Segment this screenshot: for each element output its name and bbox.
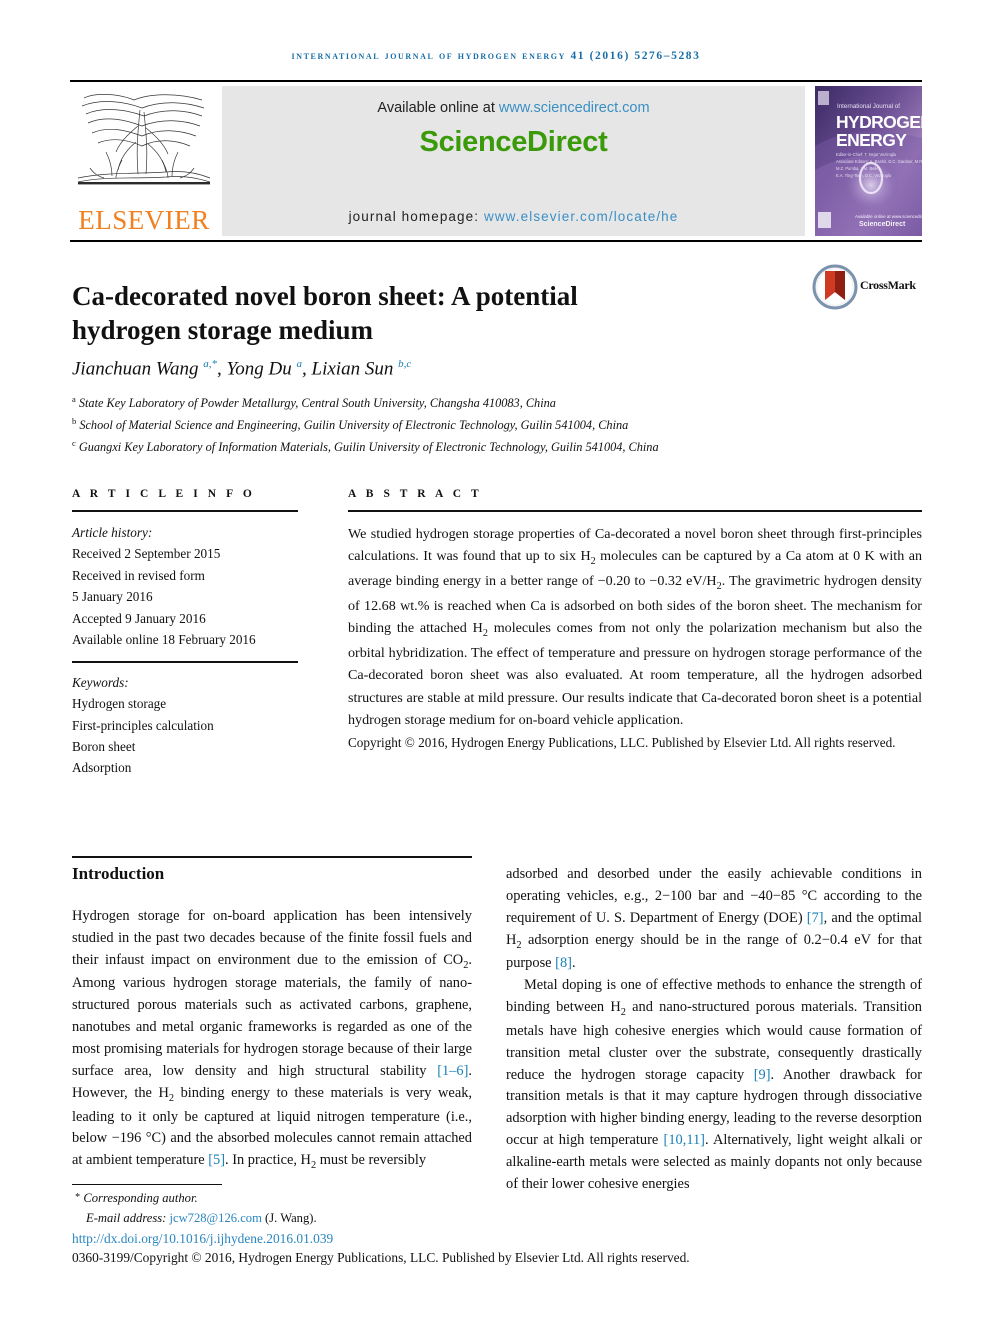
article-info-section: A R T I C L E I N F O Article history: R…	[72, 488, 298, 779]
body-column-right: adsorbed and desorbed under the easily a…	[506, 864, 922, 1196]
crossmark-badge[interactable]: CrossMark	[812, 264, 928, 312]
footnote-rule	[72, 1184, 222, 1186]
history-item: 5 January 2016	[72, 589, 153, 605]
cover-line1: International Journal of	[837, 103, 900, 110]
keyword-item: Adsorption	[72, 760, 132, 776]
issn-copyright-line: 0360-3199/Copyright © 2016, Hydrogen Ene…	[72, 1250, 690, 1265]
abstract-heading: A B S T R A C T	[348, 488, 483, 500]
affiliation-text: School of Material Science and Engineeri…	[79, 418, 629, 433]
article-info-rule	[72, 510, 298, 512]
svg-text:E.A. Ting-Tsen, D.C. Veziroglu: E.A. Ting-Tsen, D.C. Veziroglu	[836, 173, 891, 178]
corresponding-author-text: Corresponding author.	[83, 1191, 198, 1205]
introduction-paragraph: Hydrogen storage for on-board applicatio…	[72, 908, 473, 1172]
corresponding-author-note: * Corresponding author.	[72, 1188, 622, 1208]
footnote-block: * Corresponding author. E-mail address: …	[72, 1188, 622, 1229]
crossmark-label: CrossMark	[860, 278, 916, 292]
top-rule	[70, 80, 922, 82]
keyword-item: Hydrogen storage	[72, 696, 167, 712]
page-title: Ca-decorated novel boron sheet: A potent…	[72, 281, 578, 345]
history-item: Accepted 9 January 2016	[72, 610, 206, 626]
journal-homepage-label: journal homepage:	[348, 209, 484, 224]
introduction-heading: Introduction	[72, 864, 165, 883]
keywords-rule	[72, 661, 298, 663]
email-link[interactable]: jcw728@126.com	[169, 1211, 261, 1225]
keyword-item: Boron sheet	[72, 738, 136, 754]
doi-link[interactable]: http://dx.doi.org/10.1016/j.ijhydene.201…	[72, 1231, 333, 1247]
article-first-page: International Journal of Hydrogen Energy…	[0, 0, 992, 1323]
introduction-top-rule	[72, 856, 472, 858]
affiliation-item: b School of Material Science and Enginee…	[72, 414, 912, 436]
article-history-block: Article history: Received 2 September 20…	[72, 522, 298, 650]
masthead-bottom-rule	[70, 240, 922, 242]
email-suffix: (J. Wang).	[261, 1211, 317, 1226]
article-info-heading: A R T I C L E I N F O	[72, 488, 256, 500]
journal-cover-thumbnail[interactable]: International Journal of HYDROGEN ENERGY…	[815, 86, 922, 236]
email-note: E-mail address: jcw728@126.com (J. Wang)…	[72, 1208, 622, 1228]
svg-text:Available online at www.scienc: Available online at www.sciencedirect.co…	[855, 214, 922, 219]
history-item: Received 2 September 2015	[72, 546, 221, 562]
elsevier-wordmark: ELSEVIER	[78, 205, 210, 235]
abstract-copyright: Copyright © 2016, Hydrogen Energy Public…	[348, 735, 896, 751]
abstract-section: A B S T R A C T We studied hydrogen stor…	[348, 488, 922, 754]
svg-text:Editor-in-Chief: T. Nejat Vezi: Editor-in-Chief: T. Nejat Veziroglu	[836, 152, 896, 157]
affiliation-text: State Key Laboratory of Powder Metallurg…	[78, 396, 556, 411]
history-item: Available online 18 February 2016	[72, 631, 256, 647]
email-label: E-mail address:	[86, 1211, 170, 1226]
author-list: Jianchuan Wang a,*, Yong Du a, Lixian Su…	[72, 358, 412, 380]
metal-doping-paragraph: Metal doping is one of effective methods…	[506, 977, 922, 1192]
journal-masthead: ELSEVIER Available online at www.science…	[70, 86, 922, 236]
affiliation-marker: c	[72, 438, 76, 449]
journal-homepage-line: journal homepage: www.elsevier.com/locat…	[222, 209, 805, 224]
keywords-block: Keywords: Hydrogen storage First-princip…	[72, 672, 298, 779]
affiliation-item: c Guangxi Key Laboratory of Information …	[72, 436, 912, 458]
sciencedirect-url-link[interactable]: www.sciencedirect.com	[499, 100, 650, 116]
cover-line3: ENERGY	[836, 130, 907, 150]
crossmark-icon	[812, 264, 858, 310]
history-item: Received in revised form	[72, 567, 205, 583]
affiliation-text: Guangxi Key Laboratory of Information Ma…	[78, 440, 659, 455]
affiliation-marker: a	[72, 394, 76, 404]
sciencedirect-wordmark[interactable]: ScienceDirect	[222, 126, 805, 159]
affiliations-list: a State Key Laboratory of Powder Metallu…	[72, 392, 912, 459]
running-head: International Journal of Hydrogen Energy…	[291, 50, 701, 62]
abstract-body: We studied hydrogen storage properties o…	[348, 526, 922, 728]
body-column-left: Introduction Hydrogen storage for on-boa…	[72, 864, 472, 1174]
elsevier-tree-icon	[77, 94, 211, 185]
journal-cover-artwork: International Journal of HYDROGEN ENERGY…	[815, 86, 922, 236]
introduction-paragraph-continued: adsorbed and desorbed under the easily a…	[506, 866, 922, 972]
journal-homepage-link[interactable]: www.elsevier.com/locate/he	[484, 209, 678, 224]
svg-text:ScienceDirect: ScienceDirect	[859, 221, 906, 228]
asterisk-icon: *	[75, 1192, 81, 1203]
available-online-line: Available online at www.sciencedirect.co…	[222, 100, 805, 116]
abstract-rule	[348, 510, 922, 512]
keywords-label: Keywords:	[72, 674, 129, 690]
svg-text:Associate Editors: A. Bashir,: Associate Editors: A. Bashir, D.C. Gardn…	[836, 159, 922, 164]
affiliation-marker: b	[72, 416, 77, 427]
svg-text:M.Z. Pumba, J.M. Belley: M.Z. Pumba, J.M. Belley	[836, 166, 882, 171]
cover-line2: HYDROGEN	[836, 112, 922, 132]
keyword-item: First-principles calculation	[72, 717, 214, 733]
article-history-label: Article history:	[72, 525, 153, 540]
available-online-text: Available online at	[377, 100, 499, 116]
affiliation-item: a State Key Laboratory of Powder Metallu…	[72, 392, 912, 414]
sciencedirect-banner: Available online at www.sciencedirect.co…	[222, 86, 805, 236]
elsevier-logo[interactable]: ELSEVIER	[70, 86, 218, 236]
